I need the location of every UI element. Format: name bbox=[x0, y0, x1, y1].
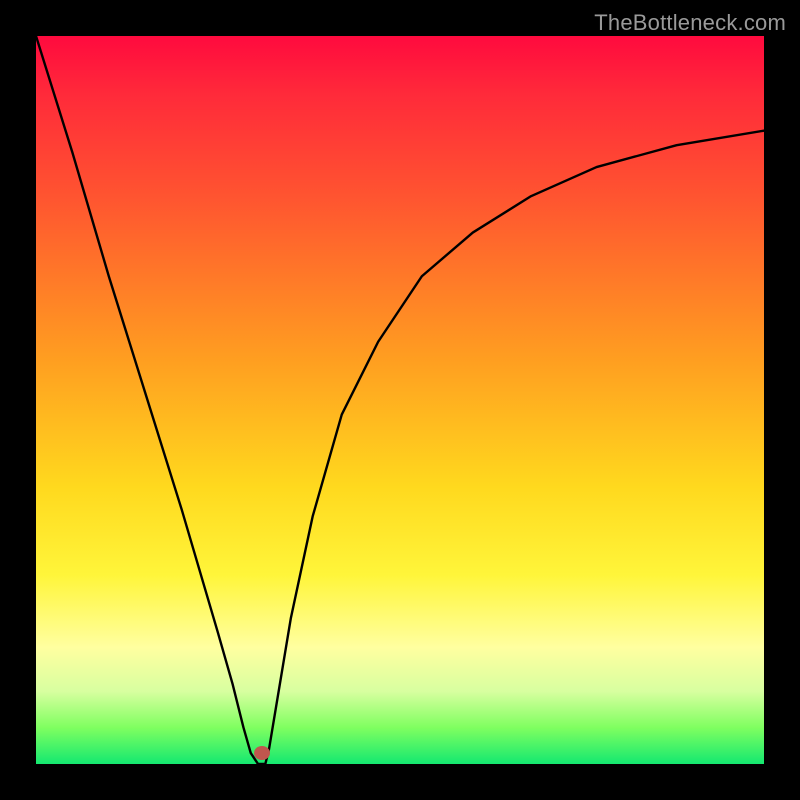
min-marker-icon bbox=[254, 746, 270, 760]
curve-path bbox=[36, 36, 764, 764]
watermark-label: TheBottleneck.com bbox=[594, 10, 786, 36]
chart-frame: TheBottleneck.com bbox=[0, 0, 800, 800]
curve-svg bbox=[36, 36, 764, 764]
plot-area bbox=[36, 36, 764, 764]
